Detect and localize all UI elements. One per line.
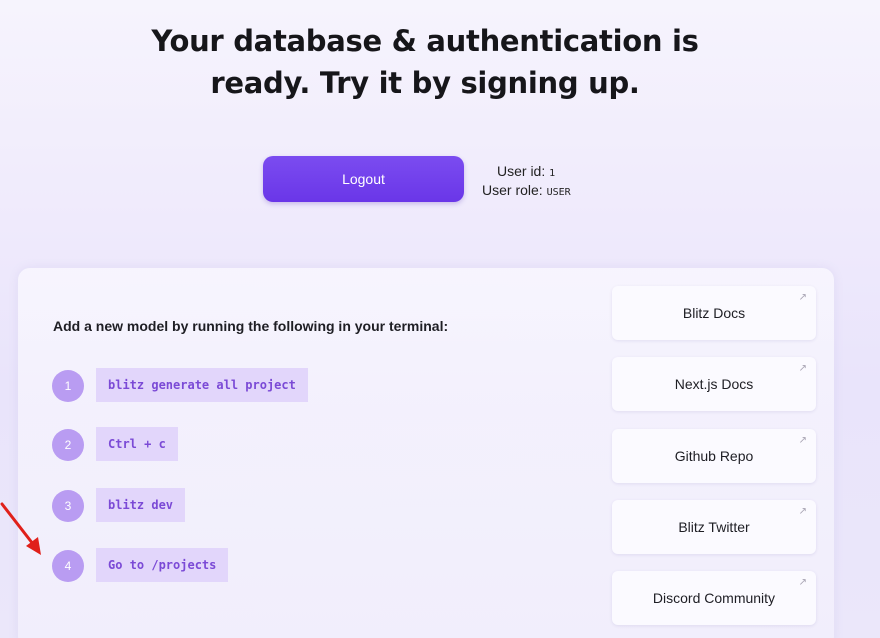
annotation-arrow-icon <box>0 502 41 555</box>
link-label: Discord Community <box>652 590 776 606</box>
external-link-icon: ↗ <box>798 435 807 446</box>
step-number-badge: 1 <box>52 370 84 402</box>
instructions-heading: Add a new model by running the following… <box>53 318 449 334</box>
link-nextjs-docs[interactable]: Next.js Docs ↗ <box>612 357 816 411</box>
external-link-icon: ↗ <box>798 577 807 588</box>
link-blitz-twitter[interactable]: Blitz Twitter ↗ <box>612 500 816 554</box>
step-number-badge: 2 <box>52 429 84 461</box>
user-id-value: 1 <box>549 168 556 179</box>
step-number-badge: 3 <box>52 490 84 522</box>
link-label: Github Repo <box>674 448 754 464</box>
link-label: Blitz Docs <box>682 305 746 321</box>
link-label: Next.js Docs <box>674 376 754 392</box>
user-role-value: USER <box>546 187 571 198</box>
step-number-badge: 4 <box>52 550 84 582</box>
user-id-row: User id: 1 <box>482 163 571 182</box>
page-title-line-2: ready. Try it by signing up. <box>210 66 640 100</box>
user-role-label: User role: <box>482 182 543 198</box>
external-link-icon: ↗ <box>798 292 807 303</box>
page-title: Your database & authentication is ready.… <box>0 20 850 104</box>
step-code: Ctrl + c <box>96 427 178 461</box>
link-label: Blitz Twitter <box>678 519 750 535</box>
user-info: User id: 1 User role: USER <box>482 163 571 201</box>
logout-button[interactable]: Logout <box>263 156 464 202</box>
step-code: blitz dev <box>96 488 186 522</box>
user-role-row: User role: USER <box>482 182 571 201</box>
page-title-line-1: Your database & authentication is <box>151 24 699 58</box>
step-code: blitz generate all project <box>96 368 308 402</box>
external-link-icon: ↗ <box>798 363 807 374</box>
link-discord-community[interactable]: Discord Community ↗ <box>612 571 816 625</box>
link-github-repo[interactable]: Github Repo ↗ <box>612 429 816 483</box>
external-link-icon: ↗ <box>798 506 807 517</box>
step-code: Go to /projects <box>96 548 229 582</box>
link-blitz-docs[interactable]: Blitz Docs ↗ <box>612 286 816 340</box>
user-id-label: User id: <box>497 163 546 179</box>
